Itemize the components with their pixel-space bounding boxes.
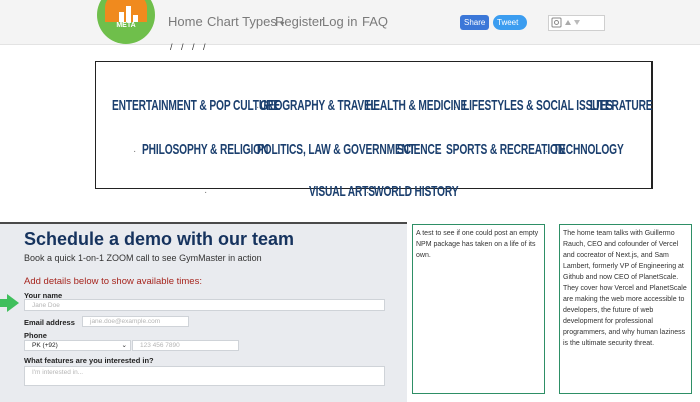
- features-label: What features are you interested in?: [24, 356, 154, 365]
- demo-subtitle: Book a quick 1-on-1 ZOOM call to see Gym…: [24, 253, 262, 263]
- article-card[interactable]: The home team talks with Guillermo Rauch…: [559, 224, 692, 394]
- green-arrow-icon: [7, 294, 19, 312]
- nav-link-home[interactable]: Home: [168, 14, 203, 29]
- separator-dot: ·: [366, 187, 370, 198]
- category-link[interactable]: ENTERTAINMENT & POP CULTURE: [112, 97, 280, 114]
- article-card[interactable]: A test to see if one could post an empty…: [412, 224, 545, 394]
- twitter-tweet-button[interactable]: Tweet: [493, 15, 527, 30]
- vote-arrows-icon[interactable]: [563, 17, 583, 29]
- country-code-value: PK (+92): [32, 342, 58, 349]
- separator-dot: ·: [204, 187, 208, 198]
- schedule-demo-panel: Schedule a demo with our team Book a qui…: [0, 222, 407, 402]
- twitter-tweet-label: Tweet: [497, 18, 519, 27]
- partial-heading-fragment: / / / /: [170, 42, 209, 52]
- separator-dot: ·: [133, 146, 137, 157]
- nav-link-login[interactable]: Log in: [322, 14, 357, 29]
- top-nav-bar: META Home Chart Types ▾ Register Log in …: [0, 0, 700, 45]
- meta-logo[interactable]: META: [97, 0, 155, 44]
- search-input[interactable]: [548, 15, 605, 31]
- nav-link-chart-types-label: Chart Types: [207, 14, 277, 29]
- chevron-down-icon: ⌄: [121, 342, 127, 349]
- phone-field[interactable]: 123 456 7890: [132, 340, 239, 351]
- email-label: Email address: [24, 318, 75, 327]
- logo-text: META: [116, 22, 136, 29]
- category-link[interactable]: HEALTH & MEDICINE: [366, 97, 467, 114]
- separator-dot: ·: [436, 146, 440, 157]
- category-link[interactable]: WORLD HISTORY: [374, 183, 459, 200]
- facebook-share-label: Share: [464, 18, 486, 27]
- nav-link-register[interactable]: Register: [275, 14, 323, 29]
- facebook-share-button[interactable]: Share: [460, 15, 489, 30]
- phone-label: Phone: [24, 331, 47, 340]
- features-textarea[interactable]: I'm interested in...: [24, 366, 385, 386]
- add-details-text: Add details below to show available time…: [24, 276, 202, 287]
- nav-link-chart-types[interactable]: Chart Types ▾: [207, 14, 285, 29]
- category-link[interactable]: TECHNOLOGY: [553, 141, 624, 158]
- demo-title: Schedule a demo with our team: [24, 229, 295, 249]
- email-field[interactable]: jane.doe@example.com: [82, 316, 189, 327]
- category-menu: ENTERTAINMENT & POP CULTURE · GEOGRAPHY …: [95, 61, 653, 189]
- separator-dot: ·: [582, 102, 586, 113]
- name-field[interactable]: Jane Doe: [24, 299, 385, 311]
- logo-bar: [126, 6, 131, 22]
- country-code-select[interactable]: PK (+92) ⌄: [24, 340, 131, 351]
- card-text: A test to see if one could post an empty…: [416, 230, 539, 259]
- logo-bar: [133, 15, 138, 22]
- separator-dot: ·: [389, 146, 393, 157]
- separator-dot: ·: [249, 146, 253, 157]
- separator-dot: ·: [256, 102, 260, 113]
- category-link[interactable]: LITERATURE: [590, 97, 653, 114]
- separator-dot: ·: [545, 146, 549, 157]
- logo-bar: [119, 12, 124, 22]
- category-link[interactable]: SCIENCE: [397, 141, 442, 158]
- separator-dot: ·: [454, 102, 458, 113]
- nav-link-faq[interactable]: FAQ: [362, 14, 388, 29]
- separator-dot: ·: [360, 102, 364, 113]
- card-text: The home team talks with Guillermo Rauch…: [563, 230, 687, 347]
